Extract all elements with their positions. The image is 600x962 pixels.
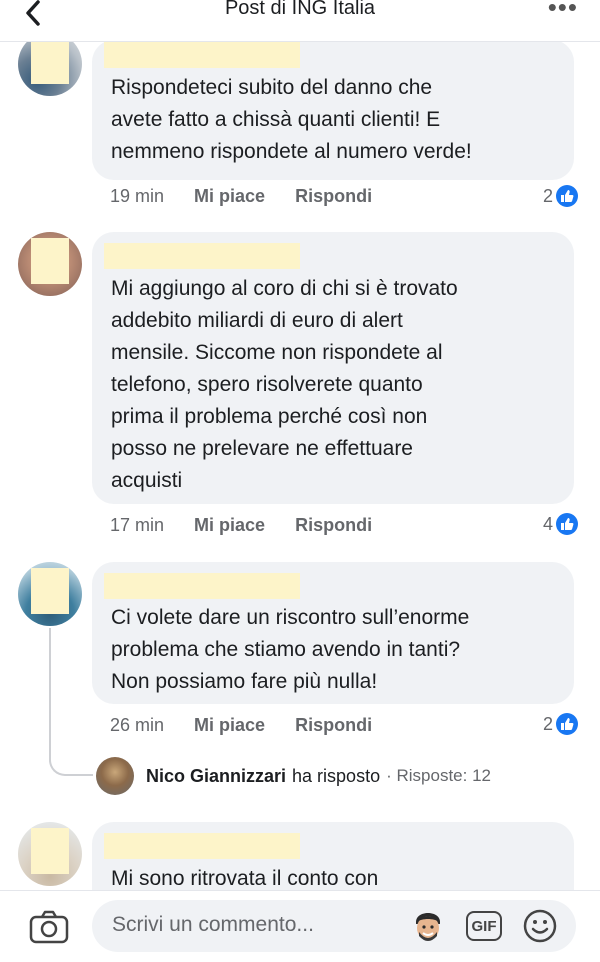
author-name-redaction	[104, 573, 300, 599]
like-button[interactable]: Mi piace	[194, 186, 265, 207]
comment-meta: 17 min Mi piace Rispondi	[110, 515, 397, 536]
avatar-redaction	[31, 38, 69, 84]
comment-input[interactable]: Scrivi un commento... GIF	[92, 900, 576, 952]
top-bar: Post di ING Italia •••	[0, 0, 600, 42]
comment-meta: 19 min Mi piace Rispondi	[110, 186, 397, 207]
reaction-count[interactable]: 2	[543, 713, 578, 735]
thumbs-up-icon	[556, 513, 578, 535]
author-name-redaction	[104, 42, 300, 68]
author-name-redaction	[104, 243, 300, 269]
comment-line: prima il problema perché così non	[111, 405, 428, 428]
timestamp: 17 min	[110, 515, 165, 535]
comment-line: Ci volete dare un riscontro sull’enorme	[111, 606, 470, 629]
comment-bubble[interactable]: Ci volete dare un riscontro sull’enorme …	[92, 562, 574, 704]
comment-line: addebito miliardi di euro di alert	[111, 309, 403, 332]
reaction-count[interactable]: 4	[543, 513, 578, 535]
like-button[interactable]: Mi piace	[194, 715, 265, 736]
avatar-redaction	[31, 828, 69, 874]
reply-thread-line	[49, 628, 93, 776]
smiley-icon[interactable]	[522, 908, 558, 944]
comment-meta: 26 min Mi piace Rispondi	[110, 715, 397, 736]
author-name-redaction	[104, 833, 300, 859]
reaction-number: 2	[542, 185, 553, 206]
post-comments-page: Post di ING Italia ••• Rispondeteci subi…	[0, 0, 600, 962]
reply-button[interactable]: Rispondi	[295, 186, 372, 207]
avatar[interactable]	[18, 562, 82, 626]
reply-verb: ha risposto	[292, 765, 381, 786]
page-title: Post di ING Italia	[224, 0, 376, 19]
reaction-count[interactable]: 2	[543, 185, 578, 207]
comment-bubble[interactable]: Rispondeteci subito del danno che avete …	[92, 40, 574, 180]
view-replies-link[interactable]: Nico Giannizzari ha risposto · Risposte:…	[96, 757, 491, 795]
thumbs-up-icon	[556, 185, 578, 207]
reply-author-name: Nico Giannizzari	[146, 765, 287, 786]
comment-composer: Scrivi un commento... GIF	[0, 890, 600, 962]
comment-text: Rispondeteci subito del danno che avete …	[111, 72, 472, 168]
avatar[interactable]	[18, 232, 82, 296]
comment-line: Mi aggiungo al coro di chi si è trovato	[111, 277, 458, 300]
camera-icon[interactable]	[28, 909, 70, 945]
avatar-redaction	[31, 238, 69, 284]
reply-button[interactable]: Rispondi	[295, 715, 372, 736]
comment-line: problema che stiamo avendo in tanti?	[111, 638, 461, 661]
thumbs-up-icon	[556, 713, 578, 735]
comment-line: acquisti	[111, 469, 183, 492]
timestamp: 26 min	[110, 715, 165, 735]
comment-bubble[interactable]: Mi aggiungo al coro di chi si è trovato …	[92, 232, 574, 504]
gif-button[interactable]: GIF	[466, 911, 502, 941]
comment-line: mensile. Siccome non rispondete al	[111, 341, 443, 364]
avatar-redaction	[31, 568, 69, 614]
avatar	[96, 757, 134, 795]
reaction-number: 2	[542, 713, 553, 734]
avatar-emoji-icon[interactable]	[410, 906, 446, 946]
reply-count: · Risposte: 12	[386, 766, 491, 785]
comment-line: nemmeno rispondete al numero verde!	[111, 140, 472, 163]
reply-button[interactable]: Rispondi	[295, 515, 372, 536]
comment-text: Ci volete dare un riscontro sull’enorme …	[111, 602, 469, 698]
comment-line: avete fatto a chissà quanti clienti! E	[111, 108, 441, 131]
like-button[interactable]: Mi piace	[194, 515, 265, 536]
comment-line: Rispondeteci subito del danno che	[111, 76, 433, 99]
avatar[interactable]	[18, 822, 82, 886]
comment-line: Non possiamo fare più nulla!	[111, 670, 378, 693]
reaction-number: 4	[542, 513, 553, 534]
more-icon[interactable]: •••	[548, 0, 578, 23]
comment-line: telefono, spero risolverete quanto	[111, 373, 423, 396]
timestamp: 19 min	[110, 186, 165, 206]
comment-line: posso ne prelevare ne effettuare	[111, 437, 413, 460]
comment-text: Mi aggiungo al coro di chi si è trovato …	[111, 273, 458, 497]
comment-input-placeholder: Scrivi un commento...	[112, 913, 314, 936]
